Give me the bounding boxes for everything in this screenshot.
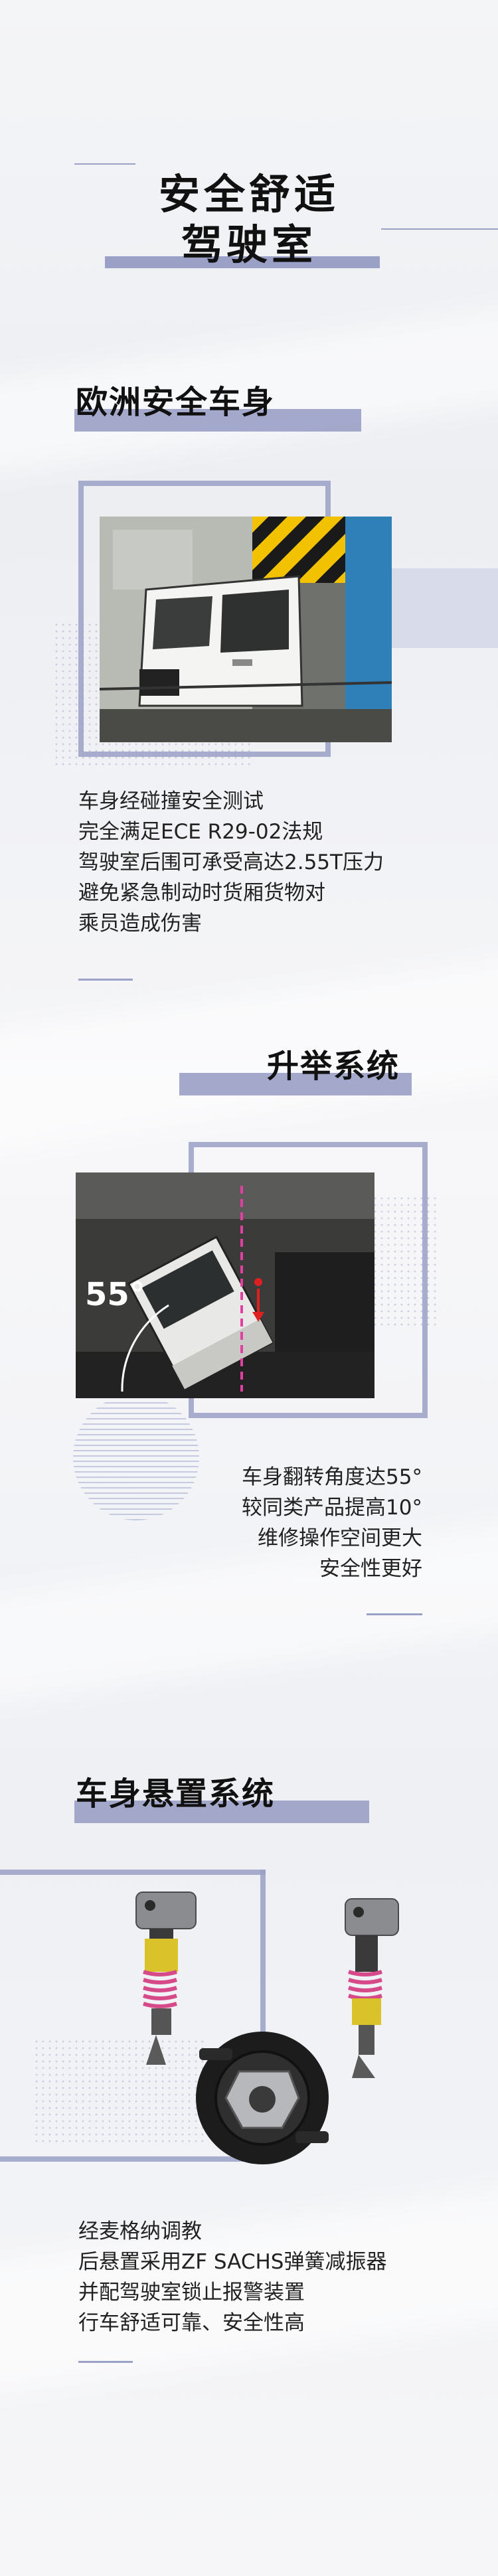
section3-line: 经麦格纳调教 xyxy=(78,2219,202,2243)
suspension-parts-illustration xyxy=(120,1879,418,2178)
section1-line: 完全满足ECE R29-02法规 xyxy=(78,820,323,844)
section2-line: 维修操作空间更大 xyxy=(258,1526,422,1550)
section2-text: 车身翻转角度达55° 较同类产品提高10° 维修操作空间更大 安全性更好 xyxy=(199,1462,422,1584)
section1-title: 欧洲安全车身 xyxy=(76,384,276,421)
section1-line: 避免紧急制动时货厢货物对 xyxy=(78,881,325,905)
section2-line: 车身翻转角度达55° xyxy=(242,1465,422,1489)
section1-line: 车身经碰撞安全测试 xyxy=(78,789,264,813)
left-shock-absorber xyxy=(135,1892,197,2065)
right-shock-absorber xyxy=(345,1898,399,2078)
cab-tilt-photo: 55° xyxy=(76,1172,374,1398)
tilt-angle-label: 55° xyxy=(85,1276,145,1313)
section3-text: 经麦格纳调教 后悬置采用ZF SACHS弹簧减振器 并配驾驶室锁止报警装置 行车… xyxy=(78,2216,386,2338)
side-band xyxy=(390,568,498,648)
section3-line: 并配驾驶室锁止报警装置 xyxy=(78,2281,305,2304)
section2-line: 安全性更好 xyxy=(319,1557,422,1581)
section2-line: 较同类产品提高10° xyxy=(242,1496,422,1520)
section1-text: 车身经碰撞安全测试 完全满足ECE R29-02法规 驾驶室后围可承受高达2.5… xyxy=(78,786,384,939)
section1-line: 驾驶室后围可承受高达2.55T压力 xyxy=(78,850,384,874)
section2-title: 升举系统 xyxy=(267,1048,400,1085)
hero-deco-line xyxy=(74,163,135,165)
section3-line: 行车舒适可靠、安全性高 xyxy=(78,2311,305,2335)
rubber-bushing xyxy=(196,2032,329,2164)
section1-line: 乘员造成伤害 xyxy=(78,912,202,935)
striped-circle-decoration xyxy=(73,1394,199,1520)
section-underline xyxy=(78,2361,133,2363)
frame-top xyxy=(0,1870,266,1875)
hero-title-line1: 安全舒适 xyxy=(158,170,339,218)
section-underline xyxy=(367,1613,422,1615)
cab-crash-test-photo xyxy=(100,517,392,742)
section3-line: 后悬置采用ZF SACHS弹簧减振器 xyxy=(78,2250,387,2274)
background-sweep xyxy=(0,952,498,1159)
section3-title: 车身悬置系统 xyxy=(76,1775,276,1812)
section-underline xyxy=(78,979,133,981)
hero-title-line2: 驾驶室 xyxy=(181,220,317,269)
